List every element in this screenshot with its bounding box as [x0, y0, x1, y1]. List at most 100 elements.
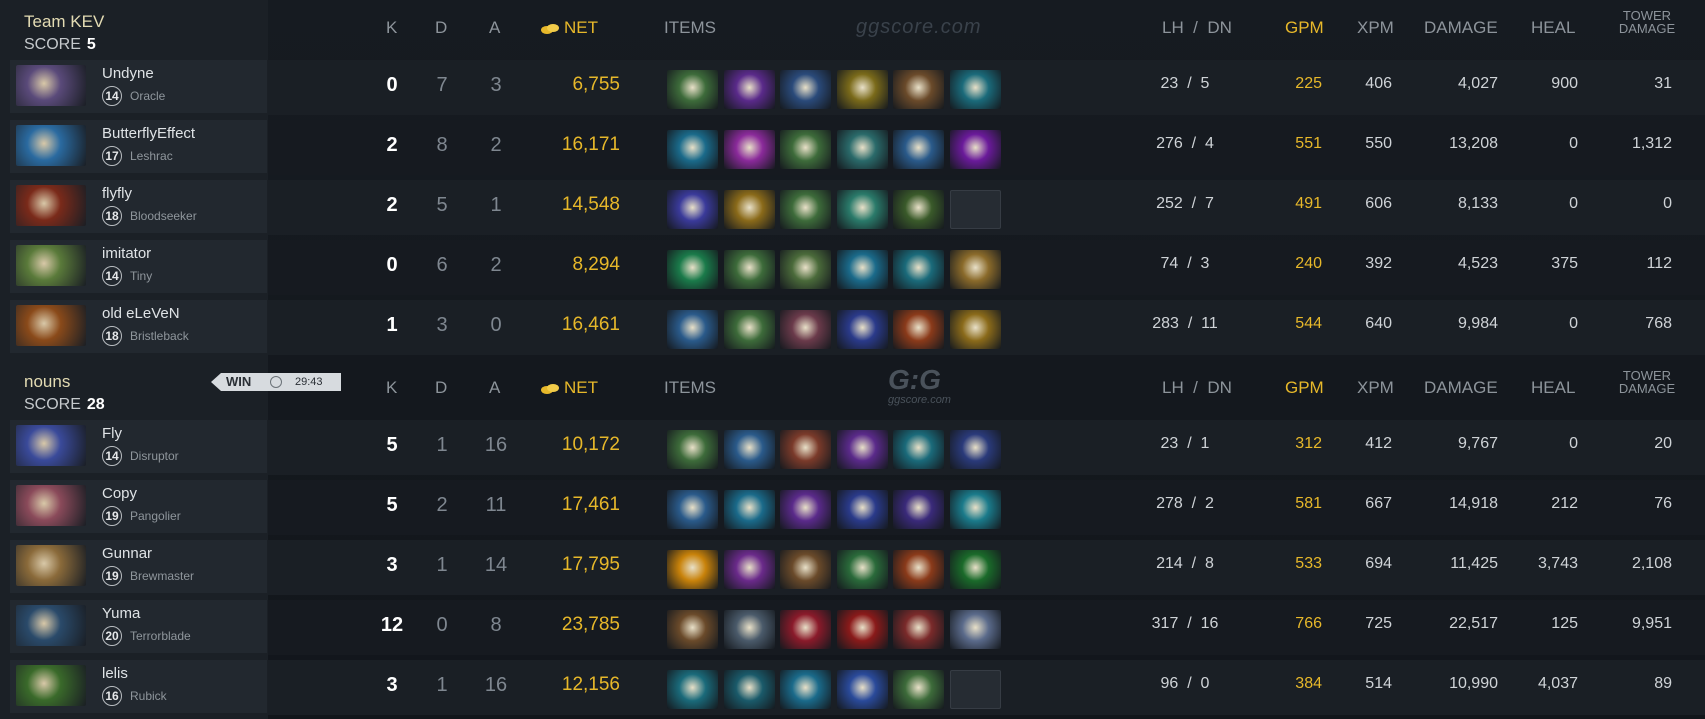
item-icon[interactable]: [837, 190, 888, 229]
player-name[interactable]: Gunnar: [102, 545, 152, 562]
item-icon[interactable]: [780, 610, 831, 649]
item-icon[interactable]: [837, 550, 888, 589]
player-card[interactable]: Gunnar 19 Brewmaster: [10, 540, 267, 593]
item-icon[interactable]: [724, 130, 775, 169]
col-a-header: A: [489, 378, 501, 397]
xpm: 667: [1365, 495, 1392, 512]
item-icon[interactable]: [893, 490, 944, 529]
item-icon[interactable]: [837, 250, 888, 289]
item-icon[interactable]: [667, 70, 718, 109]
item-icon[interactable]: [667, 490, 718, 529]
player-card[interactable]: Yuma 20 Terrorblade: [10, 600, 267, 653]
item-icon[interactable]: [667, 670, 718, 709]
player-name[interactable]: Yuma: [102, 605, 140, 622]
player-card[interactable]: imitator 14 Tiny: [10, 240, 267, 293]
player-card[interactable]: flyfly 18 Bloodseeker: [10, 180, 267, 233]
player-name[interactable]: Undyne: [102, 65, 154, 82]
player-name[interactable]: imitator: [102, 245, 151, 262]
item-icon[interactable]: [667, 550, 718, 589]
item-icon[interactable]: [780, 550, 831, 589]
item-icon[interactable]: [950, 310, 1001, 349]
heal: 0: [1569, 195, 1578, 212]
item-icon[interactable]: [950, 610, 1001, 649]
item-icon[interactable]: [724, 70, 775, 109]
item-icon[interactable]: [893, 310, 944, 349]
deaths: 1: [436, 554, 448, 576]
item-icon[interactable]: [667, 130, 718, 169]
item-icon[interactable]: [667, 250, 718, 289]
score-value: 28: [86, 396, 105, 413]
item-icon[interactable]: [780, 190, 831, 229]
gpm: 312: [1295, 435, 1322, 452]
item-icon[interactable]: [893, 670, 944, 709]
item-icon[interactable]: [780, 130, 831, 169]
item-icon[interactable]: [893, 190, 944, 229]
item-icon[interactable]: [893, 250, 944, 289]
item-icon[interactable]: [780, 670, 831, 709]
item-icon[interactable]: [950, 490, 1001, 529]
item-icon[interactable]: [724, 490, 775, 529]
item-icon[interactable]: [724, 250, 775, 289]
player-name[interactable]: lelis: [102, 665, 128, 682]
col-gpm-header: GPM: [1285, 18, 1324, 37]
player-card[interactable]: lelis 16 Rubick: [10, 660, 267, 713]
player-name[interactable]: old eLeVeN: [102, 305, 180, 322]
item-icon[interactable]: [724, 430, 775, 469]
player-card[interactable]: ButterflyEffect 17 Leshrac: [10, 120, 267, 173]
item-icon[interactable]: [780, 310, 831, 349]
item-icon[interactable]: [667, 430, 718, 469]
deaths: 0: [436, 614, 448, 636]
player-name[interactable]: flyfly: [102, 185, 132, 202]
tower-damage: 0: [1663, 195, 1672, 212]
item-icon[interactable]: [893, 430, 944, 469]
item-icon[interactable]: [724, 610, 775, 649]
player-card[interactable]: Undyne 14 Oracle: [10, 60, 267, 113]
item-icon[interactable]: [950, 550, 1001, 589]
item-icon[interactable]: [893, 550, 944, 589]
item-icon[interactable]: [837, 70, 888, 109]
item-icon[interactable]: [667, 310, 718, 349]
item-icon[interactable]: [950, 130, 1001, 169]
heal: 3,743: [1537, 555, 1578, 572]
item-icon[interactable]: [893, 130, 944, 169]
item-icon[interactable]: [893, 70, 944, 109]
item-icon[interactable]: [950, 250, 1001, 289]
item-icon[interactable]: [837, 490, 888, 529]
damage: 13,208: [1449, 135, 1498, 152]
item-icon[interactable]: [724, 190, 775, 229]
player-card[interactable]: old eLeVeN 18 Bristleback: [10, 300, 267, 353]
item-icon[interactable]: [893, 610, 944, 649]
last-hits-denies: 252 / 7: [1156, 195, 1214, 212]
item-icon[interactable]: [950, 70, 1001, 109]
item-icon[interactable]: [780, 430, 831, 469]
item-icon[interactable]: [837, 610, 888, 649]
item-icon[interactable]: [724, 670, 775, 709]
col-gpm-header: GPM: [1285, 378, 1324, 397]
item-icon[interactable]: [724, 310, 775, 349]
item-icon[interactable]: [667, 190, 718, 229]
clock-icon: [270, 376, 282, 388]
kills: 5: [386, 494, 398, 516]
score-label: SCORE: [24, 396, 81, 413]
player-name[interactable]: Copy: [102, 485, 137, 502]
item-icon[interactable]: [780, 250, 831, 289]
player-name[interactable]: Fly: [102, 425, 122, 442]
col-tower-damage-header: TOWER DAMAGE: [1612, 9, 1682, 35]
hero-portrait: [16, 425, 86, 466]
item-icon[interactable]: [780, 70, 831, 109]
player-card[interactable]: Fly 14 Disruptor: [10, 420, 267, 473]
item-icon[interactable]: [724, 550, 775, 589]
item-icon[interactable]: [837, 670, 888, 709]
net-worth: 17,461: [561, 494, 620, 515]
item-icon[interactable]: [780, 490, 831, 529]
item-icon[interactable]: [837, 430, 888, 469]
player-name[interactable]: ButterflyEffect: [102, 125, 195, 142]
assists: 16: [484, 674, 508, 696]
item-icon[interactable]: [837, 310, 888, 349]
item-icon[interactable]: [837, 130, 888, 169]
player-card[interactable]: Copy 19 Pangolier: [10, 480, 267, 533]
heal: 212: [1551, 495, 1578, 512]
item-icon[interactable]: [667, 610, 718, 649]
heal: 900: [1551, 75, 1578, 92]
item-icon[interactable]: [950, 430, 1001, 469]
